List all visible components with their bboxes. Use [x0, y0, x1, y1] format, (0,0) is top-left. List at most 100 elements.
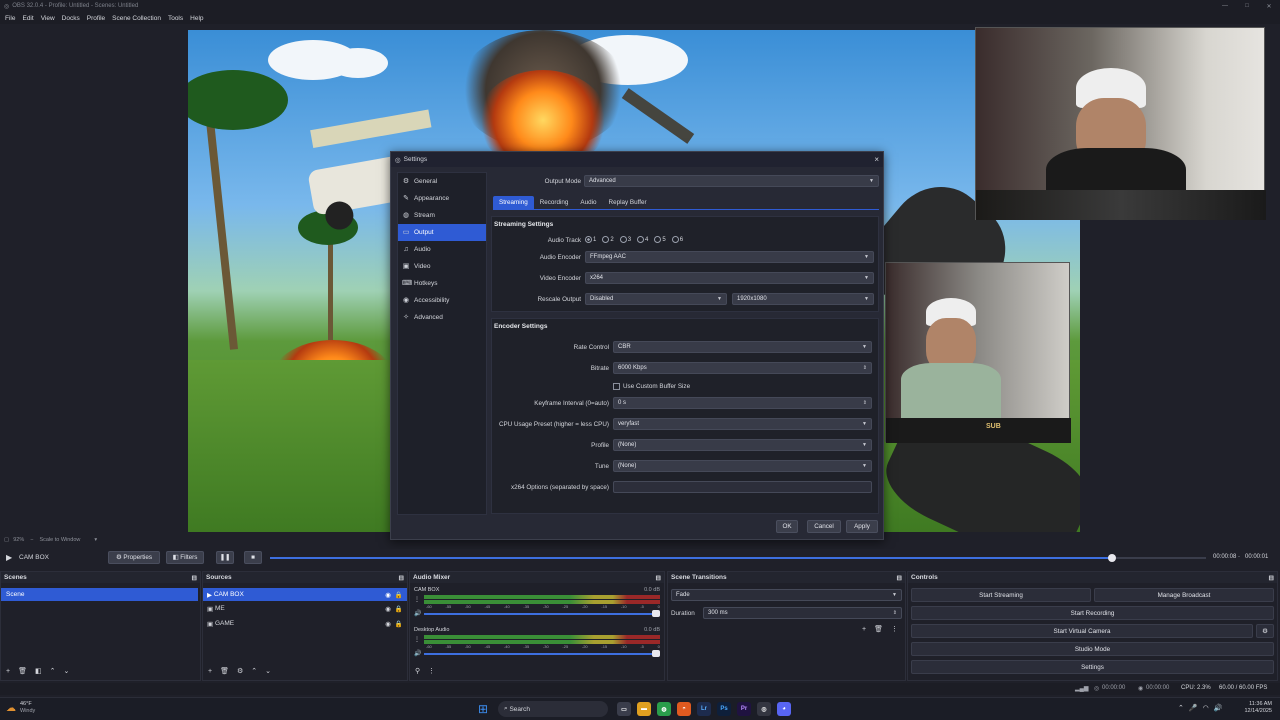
- studio-mode-button[interactable]: Studio Mode: [911, 642, 1274, 656]
- dock-menu-icon[interactable]: ⊟: [192, 574, 197, 582]
- eye-icon[interactable]: ◉: [385, 620, 391, 628]
- slider-handle[interactable]: [652, 609, 660, 617]
- apply-button[interactable]: Apply: [846, 520, 878, 533]
- output-mode-select[interactable]: Advanced ▼: [584, 175, 879, 187]
- lock-icon[interactable]: 🔒: [395, 605, 403, 613]
- rescale-resolution-select[interactable]: 1920x1080 ▼: [732, 293, 874, 305]
- dock-menu-icon[interactable]: ⊟: [656, 574, 661, 582]
- tune-select[interactable]: (None) ▼: [613, 460, 872, 472]
- file-explorer-icon[interactable]: ▬: [637, 702, 651, 716]
- tab-streaming[interactable]: Streaming: [493, 196, 534, 209]
- volume-slider[interactable]: [424, 649, 660, 657]
- transition-select[interactable]: Fade ▼: [671, 589, 902, 601]
- eye-icon[interactable]: ◉: [385, 591, 391, 599]
- nav-stream[interactable]: ◍ Stream: [398, 207, 486, 224]
- trash-icon[interactable]: 🗑: [874, 625, 883, 633]
- zoom-out-icon[interactable]: −: [30, 537, 33, 543]
- nav-hotkeys[interactable]: ⌨ Hotkeys: [398, 275, 486, 292]
- menu-docks[interactable]: Docks: [62, 15, 80, 22]
- properties-button[interactable]: ⚙ Properties: [108, 551, 160, 564]
- menu-edit[interactable]: Edit: [22, 15, 33, 22]
- firefox-icon[interactable]: ◓: [677, 702, 691, 716]
- obs-taskbar-icon[interactable]: ◎: [757, 702, 771, 716]
- manage-broadcast-button[interactable]: Manage Broadcast: [1094, 588, 1274, 602]
- menu-file[interactable]: File: [5, 15, 15, 22]
- kebab-menu-icon[interactable]: ⋮: [891, 625, 898, 633]
- start-recording-button[interactable]: Start Recording: [911, 606, 1274, 620]
- play-icon[interactable]: ▶: [6, 553, 12, 562]
- source-item[interactable]: ▣ ME ◉ 🔒: [203, 601, 407, 616]
- custom-buffer-checkbox[interactable]: [613, 383, 620, 390]
- maximize-button[interactable]: □: [1236, 3, 1258, 10]
- dock-menu-icon[interactable]: ⊟: [399, 574, 404, 582]
- search-box[interactable]: ⌕ Search: [498, 701, 608, 717]
- lock-icon[interactable]: 🔒: [395, 591, 403, 599]
- radio-track-1[interactable]: [585, 236, 592, 243]
- lightroom-icon[interactable]: Lr: [697, 702, 711, 716]
- link-icon[interactable]: ⚲: [415, 667, 420, 675]
- chrome-icon[interactable]: ◍: [657, 702, 671, 716]
- nav-output[interactable]: ▭ Output: [398, 224, 486, 241]
- kebab-menu-icon[interactable]: ⋮: [414, 636, 424, 643]
- eye-icon[interactable]: ◉: [385, 605, 391, 613]
- gear-icon[interactable]: ⚙: [237, 667, 243, 675]
- menu-tools[interactable]: Tools: [168, 15, 183, 22]
- radio-track-4[interactable]: [637, 236, 645, 243]
- tab-replay-buffer[interactable]: Replay Buffer: [603, 196, 653, 209]
- profile-select[interactable]: (None) ▼: [613, 439, 872, 451]
- speaker-icon[interactable]: 🔊: [414, 650, 424, 657]
- speaker-icon[interactable]: 🔊: [414, 610, 424, 617]
- slider-handle[interactable]: [652, 649, 660, 657]
- cancel-button[interactable]: Cancel: [807, 520, 841, 533]
- pause-button[interactable]: ❚❚: [216, 551, 234, 564]
- dock-menu-icon[interactable]: ⊟: [1269, 574, 1274, 582]
- spin-arrows-icon[interactable]: ⇕: [863, 365, 867, 371]
- nav-audio[interactable]: ♫ Audio: [398, 241, 486, 258]
- virtual-camera-settings-button[interactable]: ⚙: [1256, 624, 1274, 638]
- windows-start-icon[interactable]: ⊞: [478, 702, 488, 716]
- menu-scene-collection[interactable]: Scene Collection: [112, 15, 161, 22]
- nav-video[interactable]: ▣ Video: [398, 258, 486, 275]
- source-item[interactable]: ▶ CAM BOX ◉ 🔒: [203, 588, 407, 601]
- spin-arrows-icon[interactable]: ⇕: [893, 610, 897, 616]
- menu-profile[interactable]: Profile: [87, 15, 105, 22]
- add-icon[interactable]: +: [6, 668, 10, 675]
- lock-icon[interactable]: 🔒: [395, 620, 403, 628]
- bitrate-spinbox[interactable]: 6000 Kbps ⇕: [613, 362, 872, 374]
- discord-icon[interactable]: ◕: [777, 702, 791, 716]
- audio-encoder-select[interactable]: FFmpeg AAC ▼: [585, 251, 874, 263]
- start-virtual-camera-button[interactable]: Start Virtual Camera: [911, 624, 1253, 638]
- radio-track-6[interactable]: [671, 236, 679, 243]
- filters-button[interactable]: ◧ Filters: [166, 551, 204, 564]
- weather-widget[interactable]: ☁ 46°F Windy: [6, 701, 35, 715]
- nav-advanced[interactable]: ✧ Advanced: [398, 309, 486, 326]
- kebab-menu-icon[interactable]: ⋮: [428, 667, 435, 675]
- video-encoder-select[interactable]: x264 ▼: [585, 272, 874, 284]
- dock-menu-icon[interactable]: ⊟: [897, 574, 902, 582]
- move-down-icon[interactable]: ⌄: [265, 667, 271, 675]
- menu-help[interactable]: Help: [190, 15, 203, 22]
- spin-arrows-icon[interactable]: ⇕: [863, 400, 867, 406]
- zoom-checkbox[interactable]: ▢: [4, 537, 9, 543]
- move-up-icon[interactable]: ⌃: [50, 667, 56, 675]
- close-window-button[interactable]: ✕: [1258, 3, 1280, 10]
- nav-appearance[interactable]: ✎ Appearance: [398, 190, 486, 207]
- ok-button[interactable]: OK: [776, 520, 798, 533]
- scale-dropdown[interactable]: Scale to Window: [39, 537, 80, 543]
- volume-slider[interactable]: [424, 609, 660, 617]
- kebab-menu-icon[interactable]: ⋮: [414, 596, 424, 603]
- x264-options-input[interactable]: [613, 481, 872, 493]
- move-down-icon[interactable]: ⌄: [63, 667, 69, 675]
- volume-icon[interactable]: 🔊: [1214, 704, 1223, 712]
- cpu-preset-select[interactable]: veryfast ▼: [613, 418, 872, 430]
- rescale-output-select[interactable]: Disabled ▼: [585, 293, 727, 305]
- start-streaming-button[interactable]: Start Streaming: [911, 588, 1091, 602]
- source-item[interactable]: ▣ GAME ◉ 🔒: [203, 616, 407, 631]
- move-up-icon[interactable]: ⌃: [251, 667, 257, 675]
- wifi-icon[interactable]: ◠: [1203, 704, 1209, 712]
- add-icon[interactable]: +: [208, 668, 212, 675]
- radio-track-5[interactable]: [654, 236, 662, 243]
- radio-track-2[interactable]: [602, 236, 610, 243]
- premiere-icon[interactable]: Pr: [737, 702, 751, 716]
- nav-accessibility[interactable]: ◉ Accessibility: [398, 292, 486, 309]
